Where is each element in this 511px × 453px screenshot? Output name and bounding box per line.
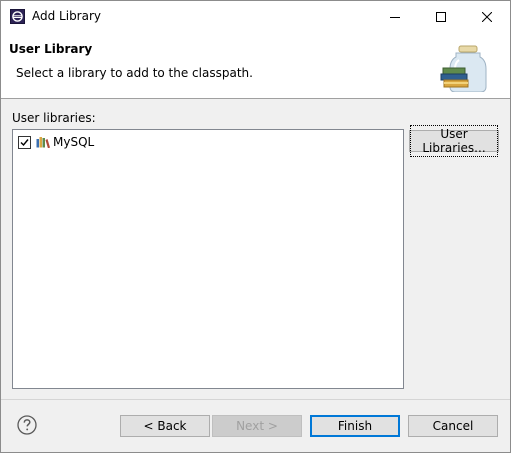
- help-icon[interactable]: [17, 415, 37, 435]
- page-description: Select a library to add to the classpath…: [16, 66, 253, 80]
- eclipse-app-icon: [10, 9, 25, 24]
- user-libraries-list[interactable]: MySQL: [12, 129, 404, 389]
- maximize-button[interactable]: [418, 1, 464, 32]
- page-title: User Library: [9, 42, 93, 56]
- next-button[interactable]: Next >: [212, 415, 302, 437]
- minimize-icon: [390, 16, 400, 18]
- checkmark-icon: [20, 138, 29, 146]
- library-jar-icon: [440, 45, 487, 92]
- window-title: Add Library: [32, 9, 102, 23]
- maximize-icon: [436, 11, 446, 22]
- list-item[interactable]: MySQL: [18, 134, 94, 150]
- user-libraries-label: User libraries:: [12, 111, 96, 125]
- title-bar: Add Library: [1, 1, 510, 32]
- minimize-button[interactable]: [372, 1, 418, 32]
- add-library-dialog: Add Library User Library Select a librar…: [0, 0, 511, 453]
- wizard-banner: User Library Select a library to add to …: [1, 32, 510, 99]
- close-icon: [482, 11, 492, 22]
- user-libraries-button-label: User Libraries...: [410, 125, 498, 157]
- library-checkbox[interactable]: [18, 135, 31, 149]
- library-label: MySQL: [53, 135, 95, 149]
- finish-button[interactable]: Finish: [310, 415, 400, 437]
- close-button[interactable]: [464, 1, 510, 32]
- button-bar-divider: [1, 399, 510, 400]
- user-libraries-button[interactable]: User Libraries...: [409, 125, 499, 157]
- cancel-button[interactable]: Cancel: [408, 415, 498, 437]
- back-button[interactable]: < Back: [120, 415, 210, 437]
- library-books-icon: [36, 137, 50, 148]
